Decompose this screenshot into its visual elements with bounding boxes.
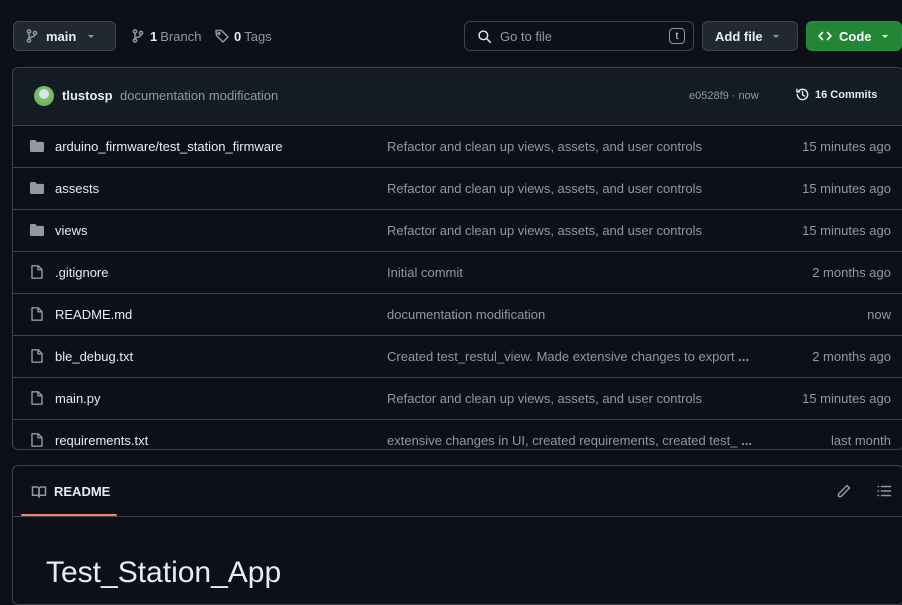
tag-count: 0 <box>234 28 242 44</box>
file-row[interactable]: README.md documentation modification now <box>13 294 902 336</box>
branch-count: 1 <box>150 28 158 44</box>
folder-icon <box>30 182 44 194</box>
file-row[interactable]: arduino_firmware/test_station_firmware Re… <box>13 126 902 168</box>
file-commit-text: Initial commit <box>387 265 463 280</box>
chevron-down-icon <box>881 35 888 38</box>
commits-count: 16 Commits <box>815 88 878 101</box>
search-icon <box>478 29 492 43</box>
branch-name: main <box>46 28 77 44</box>
readme-heading: Test_Station_App <box>46 556 282 589</box>
truncation-ellipsis[interactable]: ... <box>738 349 749 364</box>
file-commit-message[interactable]: extensive changes in UI, created require… <box>387 433 797 448</box>
tag-icon <box>215 29 229 43</box>
file-row[interactable]: ble_debug.txt Created test_restul_view. M… <box>13 336 902 378</box>
file-icon <box>31 307 43 321</box>
latest-commit-bar: tlustosp documentation modification e052… <box>13 68 902 126</box>
divider <box>13 516 902 517</box>
search-placeholder: Go to file <box>500 28 553 44</box>
file-row[interactable]: assests Refactor and clean up views, asse… <box>13 168 902 210</box>
file-commit-message[interactable]: Initial commit <box>387 265 797 280</box>
tags-link[interactable]: 0 Tags <box>214 21 272 51</box>
file-icon <box>31 433 43 447</box>
keyboard-shortcut-badge: t <box>669 28 685 44</box>
file-commit-text: Refactor and clean up views, assets, and… <box>387 139 703 154</box>
file-commit-message[interactable]: Created test_restul_view. Made extensive… <box>387 349 797 364</box>
branch-selector-button[interactable]: main <box>13 21 116 51</box>
repo-toolbar: main 1 Branch 0 Tags Go to file t Add fi… <box>0 0 902 58</box>
file-commit-text: documentation modification <box>387 307 546 322</box>
file-commit-time: 2 months ago <box>812 349 891 364</box>
file-commit-text: Refactor and clean up views, assets, and… <box>387 181 703 196</box>
file-icon <box>31 349 43 363</box>
add-file-label: Add file <box>715 28 763 44</box>
pencil-icon[interactable] <box>836 483 852 499</box>
tag-word: Tags <box>244 28 272 44</box>
branches-link[interactable]: 1 Branch <box>130 21 201 51</box>
commit-author[interactable]: tlustosp <box>62 88 113 103</box>
file-row[interactable]: views Refactor and clean up views, assets… <box>13 210 902 252</box>
file-commit-time: 15 minutes ago <box>802 181 891 196</box>
file-name-link[interactable]: views <box>55 223 88 238</box>
folder-icon <box>30 140 44 152</box>
avatar[interactable] <box>34 86 54 106</box>
readme-panel: README Test_Station_App <box>12 465 902 605</box>
readme-tab[interactable]: README <box>21 466 110 517</box>
file-commit-message[interactable]: Refactor and clean up views, assets, and… <box>387 139 797 154</box>
file-commit-text: Refactor and clean up views, assets, and… <box>387 223 703 238</box>
file-name-link[interactable]: main.py <box>55 391 101 406</box>
history-icon <box>796 88 809 101</box>
folder-icon <box>30 224 44 236</box>
chevron-down-icon <box>88 35 95 38</box>
git-branch-icon <box>26 29 38 43</box>
file-commit-time: 15 minutes ago <box>802 391 891 406</box>
file-commit-message[interactable]: Refactor and clean up views, assets, and… <box>387 181 797 196</box>
readme-tab-label: README <box>54 484 111 499</box>
file-commit-time: 15 minutes ago <box>802 139 891 154</box>
file-row[interactable]: requirements.txt extensive changes in UI,… <box>13 420 902 449</box>
git-branch-icon <box>132 29 144 43</box>
file-name-link[interactable]: arduino_firmware/test_station_firmware <box>55 139 283 154</box>
file-name-link[interactable]: ble_debug.txt <box>55 349 133 364</box>
file-table: tlustosp documentation modification e052… <box>12 67 902 450</box>
go-to-file-input[interactable]: Go to file t <box>464 21 694 51</box>
file-commit-message[interactable]: Refactor and clean up views, assets, and… <box>387 223 797 238</box>
file-commit-time: 15 minutes ago <box>802 223 891 238</box>
truncation-ellipsis[interactable]: ... <box>741 433 752 448</box>
file-list: arduino_firmware/test_station_firmware Re… <box>13 126 902 449</box>
list-unordered-icon[interactable] <box>876 483 892 499</box>
file-name-link[interactable]: assests <box>55 181 99 196</box>
file-commit-time: 2 months ago <box>812 265 891 280</box>
commits-history-link[interactable]: 16 Commits <box>795 87 877 102</box>
file-name-link[interactable]: requirements.txt <box>55 433 148 448</box>
file-commit-message[interactable]: documentation modification <box>387 307 797 322</box>
chevron-down-icon <box>772 35 779 38</box>
file-name-link[interactable]: .gitignore <box>55 265 108 280</box>
branch-word: Branch <box>160 28 202 44</box>
file-row[interactable]: main.py Refactor and clean up views, asse… <box>13 378 902 420</box>
file-row[interactable]: .gitignore Initial commit 2 months ago <box>13 252 902 294</box>
commit-sha-time[interactable]: e0528f9 · now <box>689 90 759 102</box>
file-commit-time: now <box>867 307 891 322</box>
book-icon <box>31 485 47 498</box>
file-name-link[interactable]: README.md <box>55 307 132 322</box>
file-commit-message[interactable]: Refactor and clean up views, assets, and… <box>387 391 797 406</box>
file-icon <box>31 391 43 405</box>
code-label: Code <box>839 28 872 44</box>
code-icon <box>818 31 832 41</box>
file-icon <box>31 265 43 279</box>
code-button[interactable]: Code <box>806 21 902 51</box>
file-commit-text: Created test_restul_view. Made extensive… <box>387 349 735 364</box>
add-file-button[interactable]: Add file <box>702 21 798 51</box>
commit-message[interactable]: documentation modification <box>120 88 278 103</box>
file-commit-text: Refactor and clean up views, assets, and… <box>387 391 703 406</box>
file-commit-time: last month <box>831 433 891 448</box>
file-commit-text: extensive changes in UI, created require… <box>387 433 738 448</box>
